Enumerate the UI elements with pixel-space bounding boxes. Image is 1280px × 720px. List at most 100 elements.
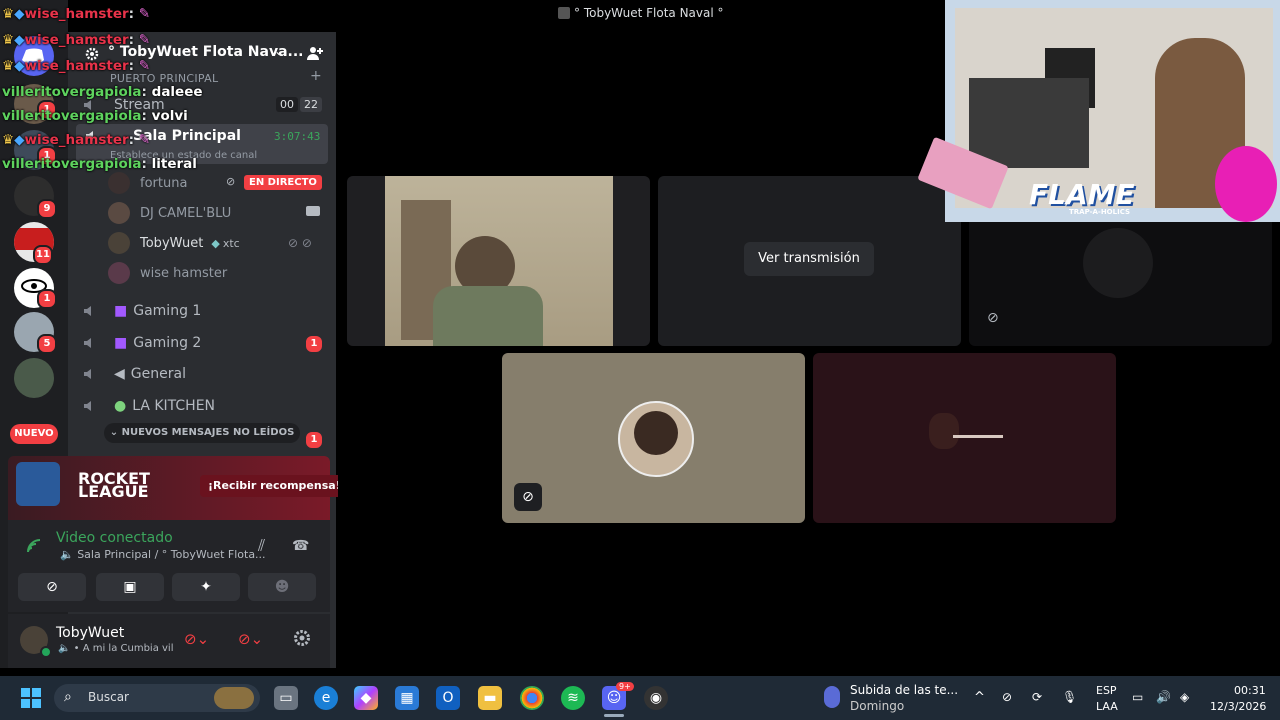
watch-stream-button[interactable]: Ver transmisión: [744, 242, 874, 276]
settings-gear-icon[interactable]: [292, 628, 312, 652]
noise-suppression-icon[interactable]: ⫽: [258, 536, 265, 556]
task-view-icon[interactable]: ▭: [274, 686, 298, 710]
server-icon-7[interactable]: [14, 358, 54, 398]
chrome-icon[interactable]: [520, 686, 544, 710]
headphones-muted-icon[interactable]: ⊘⌄: [238, 630, 263, 648]
user-panel: [8, 614, 330, 668]
server-badge: 11: [33, 245, 53, 265]
spotify-icon[interactable]: ≋: [561, 686, 585, 710]
notification-app-icon[interactable]: [824, 686, 840, 708]
screen-share-button[interactable]: ▣: [96, 573, 164, 601]
gamepad-icon: ■: [114, 303, 128, 319]
copilot-icon[interactable]: ◆: [354, 686, 378, 710]
stream-tile[interactable]: Ver transmisión: [658, 176, 961, 346]
deafened-icon: ⊘ ⊘: [288, 236, 312, 250]
game-thumbnail: [16, 462, 60, 506]
store-icon[interactable]: ▦: [395, 686, 419, 710]
mic-muted-icon: ⊘: [226, 175, 236, 188]
activities-button[interactable]: ✦: [172, 573, 240, 601]
webcam-feed: [385, 176, 613, 346]
chat-line: ♛◆wise_hamster: ✎: [2, 58, 151, 74]
claim-reward-button[interactable]: ¡Recibir recompensa!: [200, 475, 349, 497]
channel-name: Gaming 1: [133, 303, 202, 319]
voice-user-wise-hamster[interactable]: wise hamster: [108, 260, 326, 286]
search-box[interactable]: ⌕ Buscar: [54, 684, 260, 712]
sync-icon[interactable]: ⟳: [1032, 690, 1042, 704]
obs-icon[interactable]: ◉: [644, 686, 668, 710]
network-icon[interactable]: ▭: [1132, 690, 1143, 704]
username[interactable]: TobyWuet: [56, 625, 124, 641]
voice-channel-general[interactable]: ◀ General: [82, 360, 326, 388]
discord-badge: 9+: [616, 682, 634, 691]
search-highlight-image: [214, 687, 254, 709]
chevron-up-icon[interactable]: ^: [974, 690, 985, 705]
add-user-icon[interactable]: [306, 44, 324, 66]
chat-user: wise_hamster: [24, 58, 129, 74]
clock-time[interactable]: 00:31: [1234, 684, 1266, 697]
voice-location[interactable]: 🔈 Sala Principal / ° TobyWuet Flota...: [60, 548, 266, 561]
chat-line: ♛◆wise_hamster: ✎: [2, 6, 151, 22]
bed-shape: [969, 78, 1089, 168]
chat-user: wise_hamster: [24, 32, 129, 48]
mic-muted-icon: ⊘: [987, 310, 999, 326]
search-placeholder: Buscar: [88, 690, 129, 704]
alien-icon: ●: [114, 398, 127, 414]
search-icon: ⌕: [64, 689, 72, 705]
windows-start-icon[interactable]: [20, 687, 42, 713]
live-badge: EN DIRECTO: [244, 175, 322, 190]
server-badge: 5: [37, 334, 57, 354]
unread-label: NUEVOS MENSAJES NO LEÍDOS: [121, 427, 295, 438]
video-tile-avatar[interactable]: ⊘: [502, 353, 805, 523]
chat-line: ♛◆wise_hamster: ✎: [2, 32, 151, 48]
notification-title[interactable]: Subida de las te...: [850, 683, 958, 697]
custom-status-text: A mi la Cumbia vill: [82, 643, 174, 654]
video-tile-dark[interactable]: [813, 353, 1116, 523]
voice-channel-gaming-1[interactable]: ■ Gaming 1: [82, 297, 326, 325]
chat-user: villeritovergapiola: [2, 108, 142, 124]
shield-icon[interactable]: ◈: [1180, 690, 1189, 704]
volume-icon[interactable]: 🔊: [1156, 690, 1171, 704]
disconnect-icon[interactable]: ☎: [292, 538, 309, 554]
mic-muted-icon[interactable]: ⊘⌄: [184, 630, 209, 648]
voice-channel-gaming-2[interactable]: ■ Gaming 2: [82, 329, 326, 357]
camera-off-button[interactable]: ⊘: [18, 573, 86, 601]
keyboard-layout[interactable]: LAA: [1096, 700, 1118, 713]
avatar: [108, 172, 130, 194]
voice-status[interactable]: Video conectado: [56, 530, 173, 546]
avatar: [1083, 228, 1153, 298]
streamer-webcam-overlay: FLAME TRAP-A-HOLICS: [917, 0, 1280, 222]
file-explorer-icon[interactable]: ▬: [478, 686, 502, 710]
buddha-sticker: [1215, 146, 1277, 222]
clock-date[interactable]: 12/3/2026: [1210, 700, 1266, 713]
soundboard-button[interactable]: ☻: [248, 573, 316, 601]
avatar-face: [634, 411, 678, 455]
channel-name: LA KITCHEN: [132, 398, 216, 414]
channel-timer: 3:07:43: [274, 130, 321, 143]
add-channel-icon[interactable]: +: [310, 68, 322, 84]
user-name: TobyWuet: [140, 235, 204, 251]
user-name: wise hamster: [140, 265, 228, 281]
chevron-down-icon[interactable]: ⌄: [274, 44, 284, 58]
window-title-text: ° TobyWuet Flota Naval °: [574, 6, 724, 20]
video-tile-webcam[interactable]: [347, 176, 650, 346]
custom-status: 🔈 • A mi la Cumbia vill: [58, 643, 174, 654]
camera-icon: [306, 206, 320, 216]
gem-icon: ◆: [211, 236, 220, 250]
voice-user-dj[interactable]: DJ CAMEL'BLU: [108, 200, 326, 226]
voice-channel-la-kitchen[interactable]: ● LA KITCHEN: [82, 392, 326, 420]
chat-line: villeritovergapiola: daleee: [2, 84, 203, 100]
chat-message: daleee: [151, 84, 203, 100]
server-badge: 1: [37, 289, 57, 309]
person-shape: [929, 413, 959, 449]
voice-location-text: Sala Principal / ° TobyWuet Flota...: [77, 548, 266, 561]
avatar: [108, 202, 130, 224]
signal-icon[interactable]: [26, 538, 42, 558]
chat-message: literal: [151, 156, 197, 172]
outlook-icon[interactable]: O: [436, 686, 460, 710]
language-code[interactable]: ESP: [1096, 684, 1117, 697]
edge-icon[interactable]: e: [314, 686, 338, 710]
new-messages-pill[interactable]: NUEVO: [10, 424, 58, 444]
unread-messages-banner[interactable]: ⌄ NUEVOS MENSAJES NO LEÍDOS: [104, 423, 300, 443]
microphone-icon[interactable]: 🎙: [1062, 690, 1077, 704]
tray-icon[interactable]: ⊘: [1002, 690, 1012, 704]
